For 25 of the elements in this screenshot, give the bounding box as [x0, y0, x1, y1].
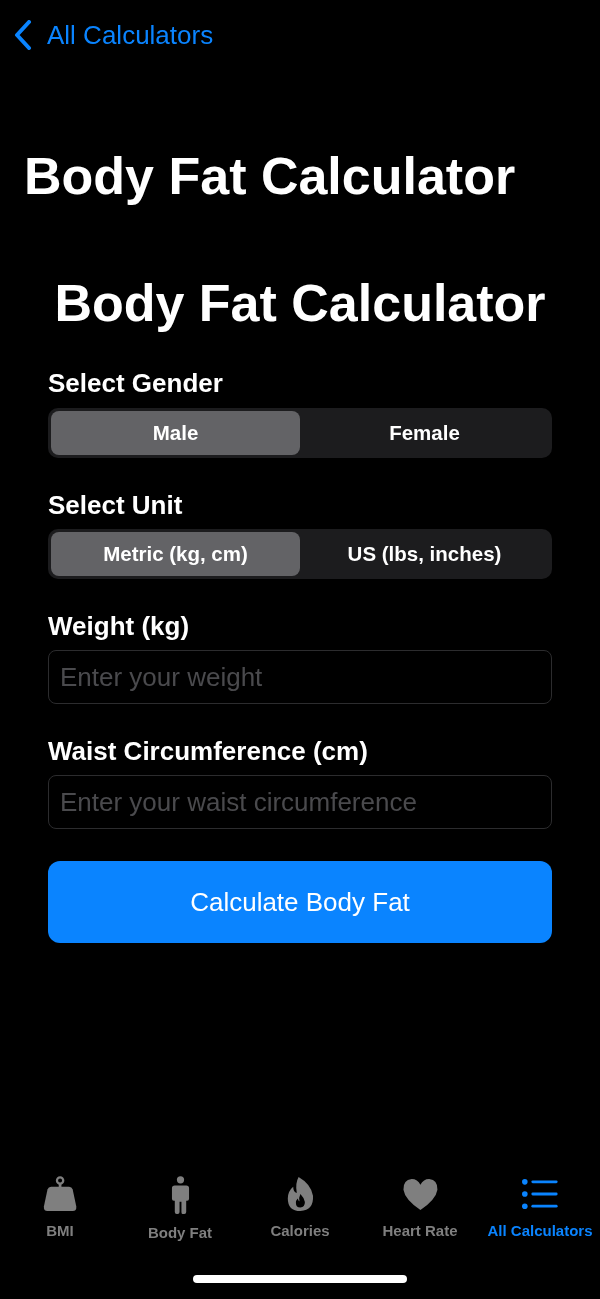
- tab-item[interactable]: Heart Rate: [360, 1176, 480, 1258]
- segment-option[interactable]: Female: [300, 411, 549, 455]
- person-icon: [170, 1176, 190, 1214]
- section-label: Select Gender: [48, 369, 223, 397]
- list-icon: [522, 1179, 558, 1209]
- calculator-heading: Body Fat Calculator: [53, 275, 547, 331]
- tab-item[interactable]: Body Fat: [120, 1176, 240, 1258]
- input-field[interactable]: Enter your waist circumference: [48, 775, 552, 829]
- input-field[interactable]: Enter your weight: [48, 650, 552, 704]
- segment-option[interactable]: Male: [51, 411, 300, 455]
- page-title: Body Fat Calculator: [24, 148, 517, 204]
- segment-option[interactable]: Metric (kg, cm): [51, 532, 300, 576]
- heart-icon: [401, 1178, 439, 1211]
- field-label: Waist Circumference (cm): [48, 737, 368, 765]
- chevron-left-icon: [14, 20, 32, 50]
- calculate-button[interactable]: Calculate Body Fat: [48, 861, 552, 943]
- tab-item[interactable]: Calories: [240, 1176, 360, 1258]
- segment-option[interactable]: US (lbs, inches): [300, 532, 549, 576]
- tab-item[interactable]: All Calculators: [480, 1176, 600, 1258]
- flame-icon: [285, 1176, 315, 1212]
- tab-item[interactable]: BMI: [0, 1176, 120, 1258]
- section-label: Select Unit: [48, 491, 183, 519]
- weight-icon: [42, 1176, 78, 1212]
- back-button[interactable]: All Calculators: [14, 18, 214, 52]
- field-label: Weight (kg): [48, 612, 190, 640]
